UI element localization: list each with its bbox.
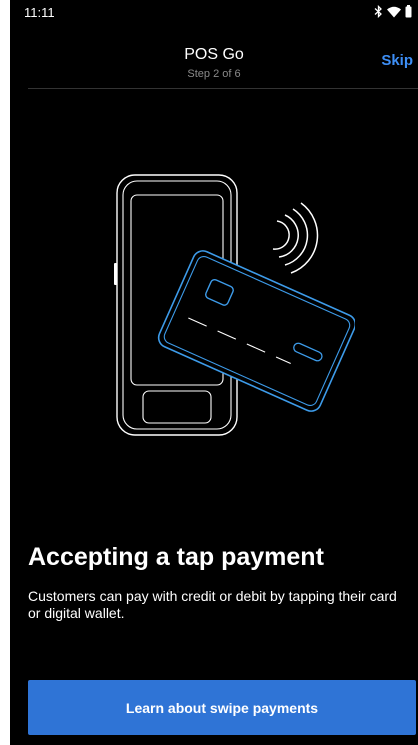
header-divider bbox=[28, 88, 418, 89]
learn-swipe-payments-button[interactable]: Learn about swipe payments bbox=[28, 680, 416, 735]
app-header: POS Go Step 2 of 6 Skip bbox=[10, 40, 418, 88]
tap-to-pay-card-phone-icon bbox=[114, 174, 357, 436]
status-bar: 11:11 bbox=[10, 0, 418, 26]
tap-to-pay-illustration bbox=[105, 165, 357, 450]
step-indicator: Step 2 of 6 bbox=[187, 68, 241, 80]
wifi-icon bbox=[387, 6, 401, 18]
headline: Accepting a tap payment bbox=[28, 543, 324, 571]
bluetooth-icon bbox=[374, 5, 383, 18]
status-time: 11:11 bbox=[24, 5, 55, 20]
description-text: Customers can pay with credit or debit b… bbox=[28, 588, 397, 621]
page-title: POS Go bbox=[184, 46, 244, 63]
skip-button[interactable]: Skip bbox=[381, 52, 413, 69]
battery-icon bbox=[405, 5, 412, 18]
onboarding-screen: 11:11 POS Go Step 2 of 6 Skip Accepting … bbox=[10, 0, 418, 745]
status-icons bbox=[374, 5, 412, 18]
